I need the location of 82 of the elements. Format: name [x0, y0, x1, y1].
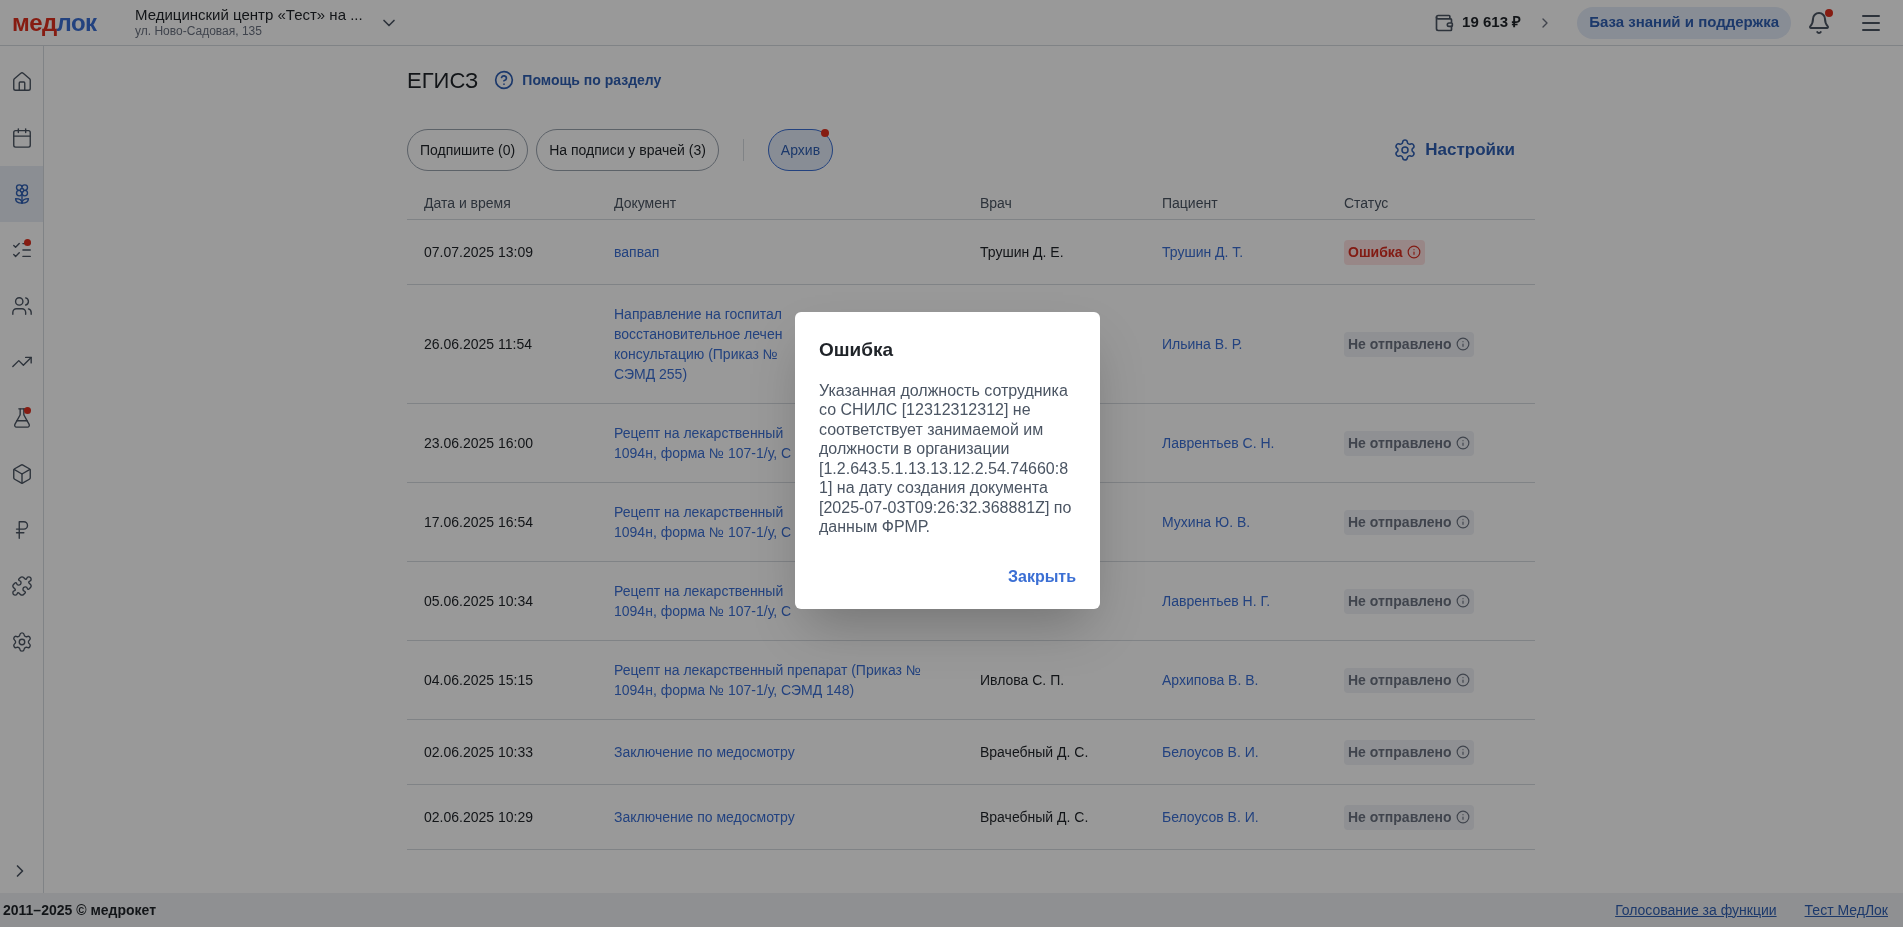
document-link[interactable]: Рецепт на лекарственный препарат (Приказ №: [614, 660, 921, 680]
support-button[interactable]: База знаний и поддержка: [1577, 6, 1791, 39]
status-badge[interactable]: Не отправлено: [1344, 430, 1474, 456]
document-link[interactable]: Рецепт на лекарственный: [614, 423, 784, 443]
patient-link[interactable]: Архипова В. В.: [1162, 671, 1259, 688]
balance-button[interactable]: 19 613 ₽: [1434, 11, 1554, 34]
document-link[interactable]: консультацию (Приказ №: [614, 344, 778, 364]
puzzle-icon: [10, 575, 33, 597]
patient-link[interactable]: Ильина В. Р.: [1162, 335, 1243, 352]
date-cell-text: 02.06.2025 10:29: [424, 807, 534, 827]
document-link[interactable]: Заключение по медосмотру: [614, 807, 795, 827]
column-header: Дата и время: [424, 194, 512, 213]
wallet-icon: [1434, 12, 1455, 33]
doctor-cell: Трушин Д. Е.: [980, 243, 1064, 260]
document-link[interactable]: вапвап: [614, 242, 660, 262]
clinic-selector[interactable]: Медицинский центр «Тест» на ... ул. Ново-Садовая, 135: [135, 6, 399, 39]
info-icon: [1455, 515, 1470, 529]
status-badge[interactable]: Не отправлено: [1344, 804, 1474, 830]
document-link[interactable]: СЭМД 255): [614, 364, 688, 384]
column-header: Документ: [614, 194, 678, 213]
status-badge[interactable]: Не отправлено: [1344, 588, 1474, 614]
copyright: 2011–2025 © медрокет: [3, 900, 156, 920]
box-icon: [10, 463, 33, 485]
document-link[interactable]: Рецепт на лекарственный: [614, 502, 784, 522]
info-icon: [1455, 673, 1470, 687]
document-link[interactable]: 1094н, форма № 107-1/у, С: [614, 601, 792, 621]
patient-link[interactable]: Лаврентьев Н. Г.: [1162, 592, 1271, 609]
help-icon: [494, 70, 515, 90]
info-icon: [1406, 245, 1421, 259]
info-icon: [1455, 337, 1470, 351]
column-header: Пациент: [1162, 194, 1219, 213]
settings-icon: [10, 631, 33, 653]
notifications-button[interactable]: [1807, 10, 1831, 35]
footer-link[interactable]: Тест МедЛок: [1804, 899, 1888, 921]
date-cell-text: 02.06.2025 10:33: [424, 742, 534, 762]
tab[interactable]: Архив: [767, 129, 834, 171]
column-header: Врач: [980, 194, 1013, 213]
date-cell-text: 04.06.2025 15:15: [424, 670, 534, 690]
column-header: Статус: [1344, 194, 1390, 213]
close-button[interactable]: Закрыть: [1007, 564, 1076, 589]
doctor-cell: Врачебный Д. С.: [980, 808, 1089, 825]
dialog-title: Ошибка: [819, 338, 895, 363]
sidebar-item[interactable]: [0, 166, 43, 222]
bell-icon: [1807, 10, 1831, 35]
date-cell-text: 17.06.2025 16:54: [424, 512, 534, 532]
document-link[interactable]: Заключение по медосмотру: [614, 742, 795, 762]
info-icon: [1455, 594, 1470, 608]
patient-link[interactable]: Мухина Ю. В.: [1162, 513, 1251, 530]
date-cell-text: 23.06.2025 16:00: [424, 433, 534, 453]
doctor-cell: Ивлова С. П.: [980, 671, 1065, 688]
document-link[interactable]: 1094н, форма № 107-1/у, СЭМД 148): [614, 680, 855, 700]
status-badge[interactable]: Ошибка: [1344, 239, 1425, 265]
patient-link[interactable]: Белоусов В. И.: [1162, 808, 1259, 825]
document-link[interactable]: восстановительное лечен: [614, 324, 783, 344]
info-icon: [1455, 745, 1470, 759]
document-link[interactable]: Рецепт на лекарственный: [614, 581, 784, 601]
status-badge[interactable]: Не отправлено: [1344, 667, 1474, 693]
date-cell-text: 07.07.2025 13:09: [424, 242, 534, 262]
footer-link[interactable]: Голосование за функции: [1615, 899, 1777, 921]
document-link[interactable]: 1094н, форма № 107-1/у, С: [614, 443, 792, 463]
info-icon: [1455, 810, 1470, 824]
page-title: ЕГИСЗ: [407, 66, 479, 95]
patient-link[interactable]: Трушин Д. Т.: [1162, 243, 1244, 260]
doctor-cell: Врачебный Д. С.: [980, 743, 1089, 760]
logo[interactable]: медлок: [12, 10, 135, 35]
help-link[interactable]: Помощь по разделу: [494, 69, 662, 91]
date-cell-text: 26.06.2025 11:54: [424, 334, 533, 354]
users-icon: [10, 295, 33, 317]
status-badge[interactable]: Не отправлено: [1344, 739, 1474, 765]
document-link[interactable]: 1094н, форма № 107-1/у, С: [614, 522, 792, 542]
info-icon: [1455, 436, 1470, 450]
patient-link[interactable]: Лаврентьев С. Н.: [1162, 434, 1275, 451]
document-link[interactable]: Направление на госпитал: [614, 304, 782, 324]
patient-link[interactable]: Белоусов В. И.: [1162, 743, 1259, 760]
status-badge[interactable]: Не отправлено: [1344, 331, 1474, 357]
settings-icon: [1393, 138, 1418, 162]
calendar-icon: [10, 127, 33, 149]
status-badge[interactable]: Не отправлено: [1344, 509, 1474, 535]
date-cell-text: 05.06.2025 10:34: [424, 591, 534, 611]
dialog-message: Указанная должность сотрудника со СНИЛС [12312312312] не соответствует занимаемой им должности в организации [1.2.643.5.1.13.13.12.2.54.74660:81] на дату создания документа [2025-07-03T09:26:32.368881Z] по данным ФРМР.: [819, 380, 1073, 537]
settings-button[interactable]: Настройки: [1393, 137, 1515, 163]
home-icon: [10, 71, 33, 93]
